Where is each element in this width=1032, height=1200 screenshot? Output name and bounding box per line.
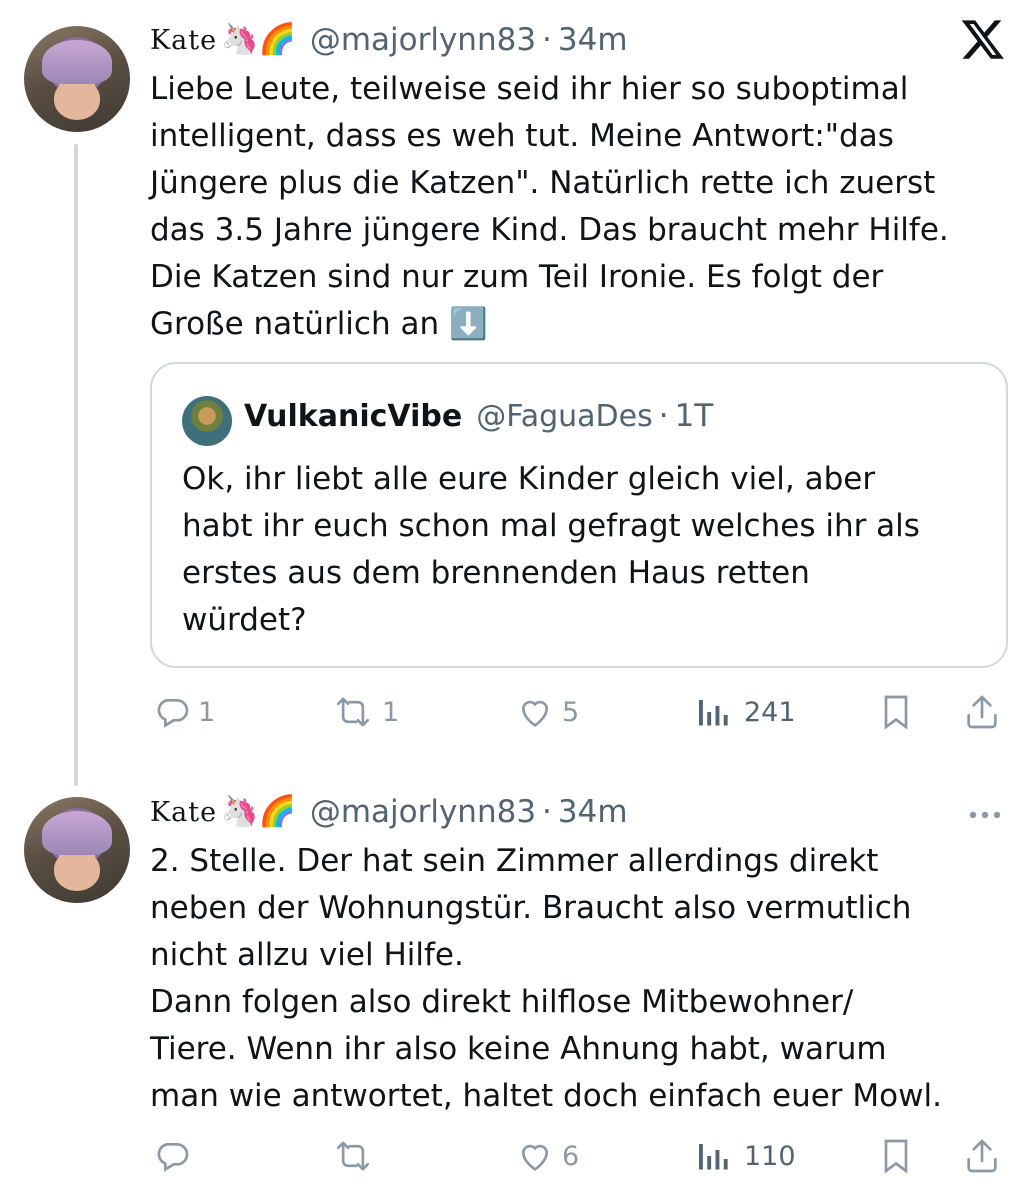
like-button[interactable]: 5 — [514, 690, 579, 734]
views-button[interactable]: 241 — [696, 690, 796, 734]
tweet-timestamp[interactable]: 34m — [558, 794, 628, 830]
x-logo-icon[interactable] — [960, 16, 1006, 62]
avatar[interactable] — [24, 26, 130, 132]
like-count: 5 — [562, 696, 580, 728]
author-name[interactable]: Kate — [150, 25, 217, 56]
reply-icon — [157, 1143, 189, 1172]
tweet-text: Liebe Leute, teilweise seid ihr hier so … — [150, 71, 949, 342]
repost-button[interactable]: 1 — [330, 690, 399, 734]
share-icon — [967, 695, 997, 729]
separator-dot: · — [542, 22, 552, 58]
tweet-actions-bar: 1 1 5 241 — [150, 690, 1010, 734]
tweet-header: Kate 🦄🌈 @majorlynn83 · 34m — [150, 794, 628, 830]
repost-count: 1 — [382, 696, 400, 728]
share-icon — [967, 1139, 997, 1173]
tweet-text: 2. Stelle. Der hat sein Zimmer allerding… — [150, 843, 942, 1114]
like-button[interactable]: 6 — [514, 1134, 579, 1178]
more-options-icon[interactable] — [962, 800, 1008, 830]
reply-button[interactable]: 1 — [152, 690, 215, 734]
heart-icon — [521, 1144, 549, 1171]
quoted-timestamp[interactable]: 1T — [675, 398, 714, 434]
heart-icon — [521, 700, 549, 727]
reply-button[interactable] — [152, 1134, 198, 1178]
repost-icon — [336, 697, 370, 727]
views-count: 241 — [744, 696, 796, 728]
like-count: 6 — [562, 1140, 580, 1172]
author-handle[interactable]: @majorlynn83 — [310, 22, 536, 58]
bookmark-button[interactable] — [876, 690, 916, 734]
quoted-tweet-text: Ok, ihr liebt alle eure Kinder gleich vi… — [182, 461, 920, 638]
share-button[interactable] — [962, 1134, 1002, 1178]
quoted-author-name[interactable]: VulkanicVibe — [244, 399, 462, 434]
bookmark-icon — [884, 695, 908, 730]
bookmark-button[interactable] — [876, 1134, 916, 1178]
bookmark-icon — [884, 1139, 908, 1174]
repost-icon — [336, 1141, 370, 1171]
author-emojis: 🦄🌈 — [221, 22, 296, 57]
quoted-avatar[interactable] — [182, 396, 232, 446]
reply-count: 1 — [198, 696, 216, 728]
separator-dot: · — [658, 398, 669, 434]
quoted-tweet-card[interactable]: VulkanicVibe @FaguaDes · 1T Ok, ihr lieb… — [150, 362, 1008, 668]
quoted-author-handle[interactable]: @FaguaDes — [476, 399, 653, 434]
tweet-actions-bar: 6 110 — [150, 1134, 1010, 1178]
views-button[interactable]: 110 — [696, 1134, 796, 1178]
repost-button[interactable] — [330, 1134, 382, 1178]
quoted-tweet-header: VulkanicVibe @FaguaDes · 1T — [244, 398, 713, 434]
tweet-timestamp[interactable]: 34m — [558, 22, 628, 58]
author-handle[interactable]: @majorlynn83 — [310, 794, 536, 830]
thread-connector-line — [74, 144, 78, 786]
avatar[interactable] — [24, 797, 130, 903]
views-chart-icon — [699, 700, 728, 726]
author-emojis: 🦄🌈 — [221, 794, 296, 829]
views-chart-icon — [699, 1144, 728, 1170]
views-count: 110 — [744, 1140, 796, 1172]
author-name[interactable]: Kate — [150, 797, 217, 828]
separator-dot: · — [542, 794, 552, 830]
share-button[interactable] — [962, 690, 1002, 734]
reply-icon — [157, 699, 189, 728]
tweet-header: Kate 🦄🌈 @majorlynn83 · 34m — [150, 22, 628, 58]
